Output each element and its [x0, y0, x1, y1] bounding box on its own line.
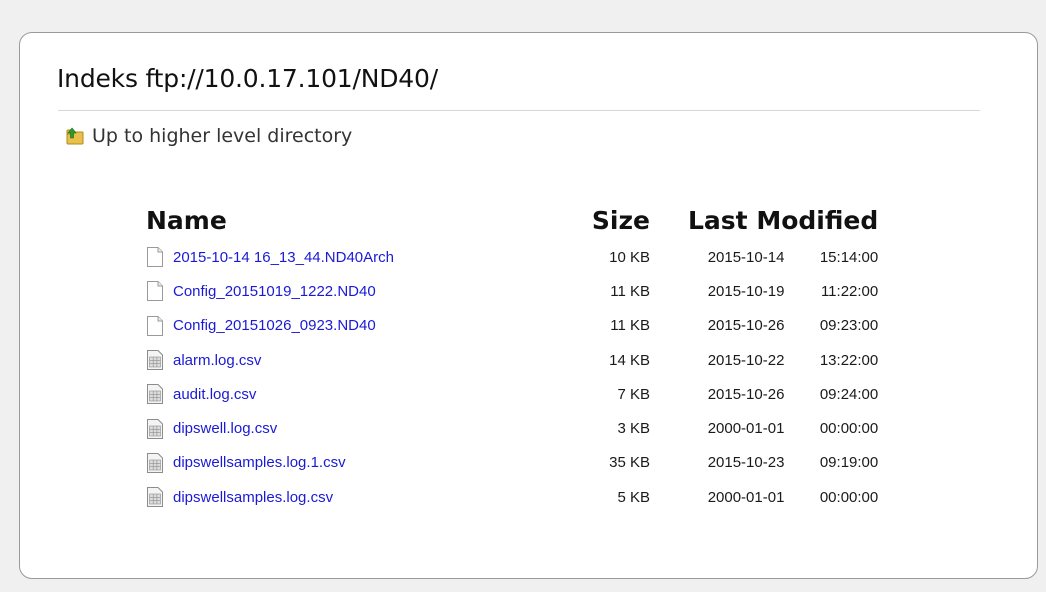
file-size: 14 KB — [609, 351, 650, 369]
table-header-row: Name Size Last Modified — [146, 200, 878, 240]
file-date: 2015-10-23 — [707, 454, 785, 472]
table-row: dipswell.log.csv 3 KB 2000-01-01 00:00:00 — [146, 411, 878, 445]
column-header-size: Size — [591, 205, 650, 235]
parent-directory-label: Up to higher level directory — [92, 125, 353, 147]
file-icon — [146, 315, 164, 337]
table-row: dipswellsamples.log.csv 5 KB 2000-01-01 00:… — [146, 480, 878, 514]
file-time: 13:22:00 — [819, 351, 879, 369]
table-row: dipswellsamples.log.1.csv 35 KB 2015-10-23… — [146, 446, 878, 480]
table-row: audit.log.csv 7 KB 2015-10-26 09:24:00 — [146, 377, 878, 411]
spreadsheet-file-icon — [146, 418, 164, 440]
name-cell: dipswell.log.csv — [146, 411, 559, 445]
name-cell: dipswellsamples.log.csv — [146, 480, 559, 514]
file-size: 11 KB — [610, 317, 650, 335]
page-title: Indeks ftp://10.0.17.101/ND40/ — [57, 64, 438, 93]
file-date: 2000-01-01 — [707, 420, 785, 438]
file-size: 7 KB — [617, 385, 650, 403]
file-date: 2015-10-14 — [707, 248, 785, 266]
file-time: 09:23:00 — [819, 317, 879, 335]
table-row: alarm.log.csv 14 KB 2015-10-22 13:22:00 — [146, 343, 878, 377]
spreadsheet-file-icon — [146, 383, 164, 405]
file-time: 09:24:00 — [819, 385, 879, 403]
file-date: 2015-10-26 — [707, 317, 785, 335]
file-link[interactable]: audit.log.csv — [173, 386, 256, 403]
column-header-name: Name — [146, 205, 227, 235]
file-size: 35 KB — [609, 454, 650, 472]
file-date: 2015-10-26 — [707, 385, 785, 403]
file-time: 09:19:00 — [819, 454, 879, 472]
file-time: 15:14:00 — [819, 248, 879, 266]
file-size: 3 KB — [617, 420, 650, 438]
file-icon — [146, 280, 164, 302]
table-row: Config_20151019_1222.ND40 11 KB 2015-10-19… — [146, 274, 878, 308]
file-link[interactable]: Config_20151019_1222.ND40 — [173, 283, 376, 300]
spreadsheet-file-icon — [146, 486, 164, 508]
table-row: Config_20151026_0923.ND40 11 KB 2015-10-26… — [146, 309, 878, 343]
file-link[interactable]: 2015-10-14 16_13_44.ND40Arch — [173, 249, 394, 266]
file-size: 10 KB — [609, 248, 650, 266]
file-date: 2015-10-22 — [707, 351, 785, 369]
file-link[interactable]: alarm.log.csv — [173, 352, 261, 369]
name-cell: audit.log.csv — [146, 377, 559, 411]
file-link[interactable]: dipswell.log.csv — [173, 420, 277, 437]
file-link[interactable]: dipswellsamples.log.csv — [173, 489, 333, 506]
spreadsheet-file-icon — [146, 349, 164, 371]
name-cell: 2015-10-14 16_13_44.ND40Arch — [146, 240, 559, 274]
title-divider — [58, 110, 980, 111]
name-cell: Config_20151019_1222.ND40 — [146, 274, 559, 308]
file-link[interactable]: Config_20151026_0923.ND40 — [173, 317, 376, 334]
file-table: Name Size Last Modified 2015-10-14 16_13… — [146, 200, 878, 514]
file-size: 5 KB — [617, 488, 650, 506]
name-cell: alarm.log.csv — [146, 343, 559, 377]
file-time: 11:22:00 — [820, 282, 879, 300]
file-link[interactable]: dipswellsamples.log.1.csv — [173, 454, 346, 471]
name-cell: Config_20151026_0923.ND40 — [146, 309, 559, 343]
file-date: 2015-10-19 — [707, 282, 785, 300]
file-size: 11 KB — [610, 282, 650, 300]
parent-directory-link[interactable]: Up to higher level directory — [66, 122, 352, 150]
file-date: 2000-01-01 — [707, 488, 785, 506]
file-time: 00:00:00 — [819, 488, 879, 506]
name-cell: dipswellsamples.log.1.csv — [146, 446, 559, 480]
column-header-last-modified: Last Modified — [688, 205, 879, 235]
table-row: 2015-10-14 16_13_44.ND40Arch 10 KB 2015-10… — [146, 240, 878, 274]
file-icon — [146, 246, 164, 268]
spreadsheet-file-icon — [146, 452, 164, 474]
folder-up-icon — [66, 127, 84, 145]
file-time: 00:00:00 — [819, 420, 879, 438]
